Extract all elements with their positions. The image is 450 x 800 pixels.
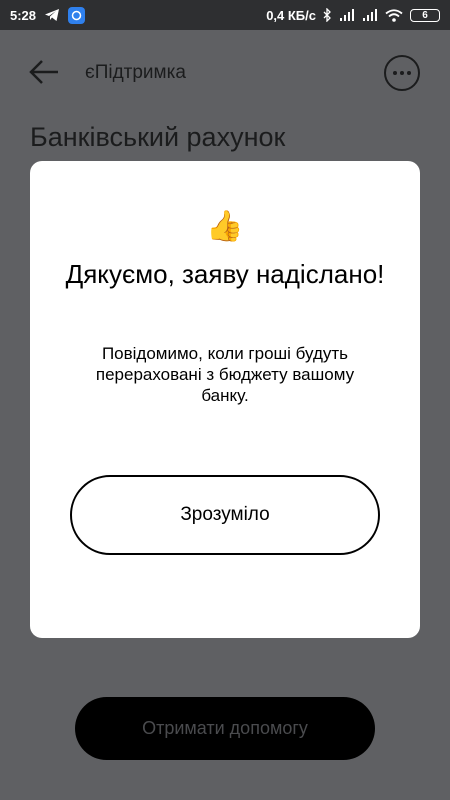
understood-button[interactable]: Зрозуміло (70, 475, 380, 555)
bluetooth-icon (323, 8, 332, 22)
status-bar: 5:28 0,4 КБ/с 6 (0, 0, 450, 30)
signal-icon (339, 9, 355, 21)
telegram-icon (44, 8, 60, 22)
signal-icon-2 (362, 9, 378, 21)
page-title: Банківський рахунок (30, 122, 286, 152)
more-options-icon[interactable] (384, 55, 420, 91)
thumbs-up-icon: 👍 (206, 210, 244, 243)
back-arrow-icon[interactable] (28, 58, 60, 86)
success-dialog: 👍 Дякуємо, заяву надіслано! Повідомимо, … (30, 161, 420, 638)
wifi-icon (385, 8, 403, 22)
dialog-title: Дякуємо, заяву надіслано! (65, 259, 385, 289)
app-notification-icon (68, 6, 86, 24)
network-speed: 0,4 КБ/с (266, 7, 316, 23)
header-title: єПідтримка (85, 62, 186, 83)
status-time: 5:28 (10, 7, 37, 23)
battery-level: 6 (422, 9, 428, 21)
app-header: єПідтримка (0, 30, 450, 115)
battery-icon: 6 (410, 8, 440, 22)
dialog-message: Повідомимо, коли гроші будуть перерахова… (95, 344, 355, 405)
get-help-button[interactable]: Отримати допомогу (75, 697, 375, 760)
